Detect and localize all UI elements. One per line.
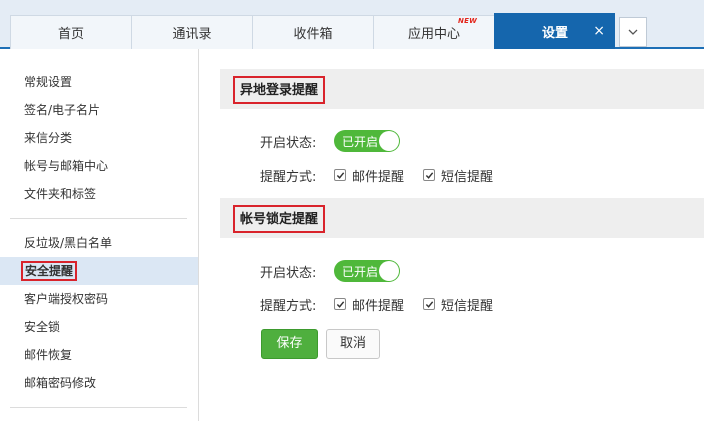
check-icon — [336, 172, 345, 179]
sidebar-item-label: 邮箱密码修改 — [24, 376, 97, 390]
tab-contacts[interactable]: 通讯录 — [131, 15, 252, 49]
sms-alert-checkbox[interactable] — [423, 169, 435, 181]
section-header: 帐号锁定提醒 — [220, 198, 704, 238]
sidebar-item-folders[interactable]: 文件夹和标签 — [0, 180, 198, 208]
check-icon — [425, 172, 434, 179]
remote-login-toggle[interactable]: 已开启 — [334, 130, 400, 152]
check-icon — [425, 301, 434, 308]
sidebar-item-client-password[interactable]: 客户端授权密码 — [0, 285, 198, 313]
toggle-text: 已开启 — [342, 135, 379, 149]
sidebar-item-signature[interactable]: 签名/电子名片 — [0, 96, 198, 124]
method-label: 提醒方式: — [260, 170, 317, 185]
account-lock-toggle[interactable]: 已开启 — [334, 260, 400, 282]
new-badge: NEW — [458, 17, 477, 25]
section-header: 异地登录提醒 — [220, 69, 704, 109]
sidebar-divider — [10, 407, 187, 408]
sidebar-item-security-lock[interactable]: 安全锁 — [0, 313, 198, 341]
tab-more-button[interactable] — [619, 17, 647, 47]
email-alert-checkbox[interactable] — [334, 169, 346, 181]
check-icon — [336, 301, 345, 308]
sidebar-item-antispam[interactable]: 反垃圾/黑白名单 — [0, 229, 198, 257]
tab-app-center[interactable]: 应用中心 NEW — [373, 15, 494, 49]
sidebar-item-general[interactable]: 常规设置 — [0, 68, 198, 96]
main-tabs: 首页 通讯录 收件箱 应用中心 NEW 设置 × — [10, 13, 647, 49]
tab-inbox[interactable]: 收件箱 — [252, 15, 373, 49]
sidebar-item-label: 常规设置 — [24, 75, 73, 89]
toggle-knob — [379, 261, 399, 281]
sidebar-item-security-alert[interactable]: 安全提醒 — [0, 257, 198, 285]
sidebar-item-change-password[interactable]: 邮箱密码修改 — [0, 369, 198, 397]
sidebar-item-label: 反垃圾/黑白名单 — [24, 236, 113, 250]
chevron-down-icon — [628, 29, 638, 35]
tab-label: 首页 — [57, 27, 84, 42]
status-label: 开启状态: — [260, 136, 317, 151]
sidebar-item-accounts[interactable]: 帐号与邮箱中心 — [0, 152, 198, 180]
sidebar-item-label: 邮件恢复 — [24, 348, 73, 362]
email-alert-label: 邮件提醒 — [352, 170, 405, 185]
cancel-button[interactable]: 取消 — [326, 329, 380, 359]
sidebar-item-label: 安全锁 — [24, 320, 61, 334]
sidebar-item-mail-recovery[interactable]: 邮件恢复 — [0, 341, 198, 369]
sms-alert-checkbox[interactable] — [423, 298, 435, 310]
sms-alert-label: 短信提醒 — [441, 299, 494, 314]
toggle-text: 已开启 — [342, 265, 379, 279]
top-tab-bar: 首页 通讯录 收件箱 应用中心 NEW 设置 × — [0, 0, 704, 49]
email-alert-checkbox[interactable] — [334, 298, 346, 310]
tab-settings[interactable]: 设置 × — [494, 13, 615, 49]
email-alert-label: 邮件提醒 — [352, 299, 405, 314]
status-label: 开启状态: — [260, 266, 317, 281]
sidebar-item-mail-filter[interactable]: 来信分类 — [0, 124, 198, 152]
section-title: 异地登录提醒 — [233, 76, 326, 104]
tab-label: 通讯录 — [172, 27, 212, 42]
toggle-knob — [379, 131, 399, 151]
tab-label: 收件箱 — [293, 27, 333, 42]
tab-label: 应用中心 — [407, 27, 460, 42]
tab-label: 设置 — [541, 26, 568, 41]
method-label: 提醒方式: — [260, 299, 317, 314]
sidebar-item-label: 帐号与邮箱中心 — [24, 159, 109, 173]
sms-alert-label: 短信提醒 — [441, 170, 494, 185]
sidebar-item-label: 文件夹和标签 — [24, 187, 97, 201]
sidebar-item-label: 来信分类 — [24, 131, 73, 145]
security-alert-panel: 异地登录提醒 开启状态: 已开启 提醒方式: 邮件提醒 短信提醒 帐号锁定提醒 … — [220, 69, 704, 421]
sidebar-item-label: 安全提醒 — [20, 261, 78, 281]
settings-sidebar: 常规设置 签名/电子名片 来信分类 帐号与邮箱中心 文件夹和标签 反垃圾/黑白名… — [0, 49, 199, 421]
sidebar-divider — [10, 218, 187, 219]
close-icon[interactable]: × — [593, 23, 605, 39]
save-button[interactable]: 保存 — [261, 329, 318, 359]
sidebar-item-label: 签名/电子名片 — [24, 103, 101, 117]
tab-home[interactable]: 首页 — [10, 15, 131, 49]
section-title: 帐号锁定提醒 — [233, 205, 326, 233]
sidebar-item-label: 客户端授权密码 — [24, 292, 109, 306]
